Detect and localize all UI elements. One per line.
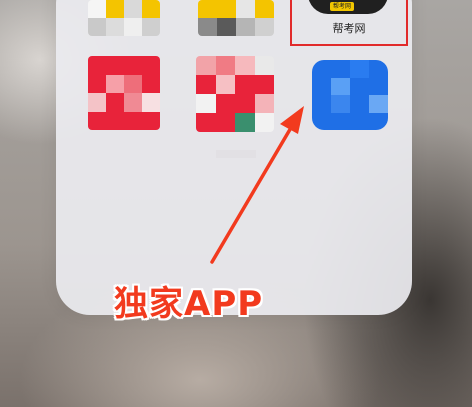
exclusive-app-callout: 独家APP xyxy=(114,284,264,324)
pointer-arrow-icon xyxy=(210,106,304,264)
